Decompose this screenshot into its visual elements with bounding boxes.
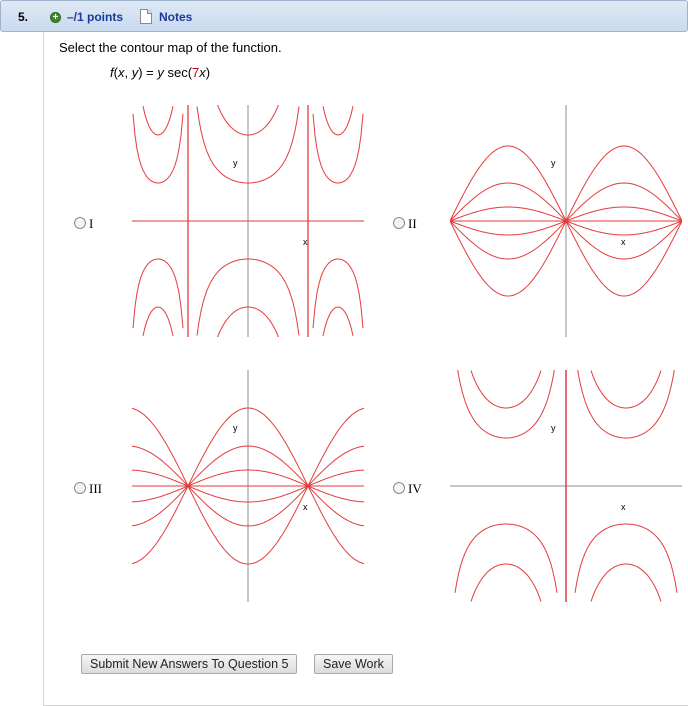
plus-icon[interactable]: + bbox=[50, 12, 61, 23]
contour-map-4: y x bbox=[450, 370, 682, 602]
contour-4-1-1 bbox=[577, 370, 675, 439]
func-close: ) bbox=[205, 65, 211, 80]
x-axis-label-2: x bbox=[621, 237, 626, 247]
radio-button-4[interactable] bbox=[393, 482, 405, 494]
x-axis-label-4: x bbox=[621, 502, 626, 512]
function-expression: f(x, y) = y sec(7x) bbox=[110, 65, 211, 80]
radio-button-2[interactable] bbox=[393, 217, 405, 229]
contour-4-3-0 bbox=[470, 563, 542, 602]
contour-4-0-1 bbox=[590, 370, 662, 409]
notes-link[interactable]: Notes bbox=[159, 10, 192, 24]
contour-4-1-0 bbox=[457, 370, 555, 439]
contour-1-0-0 bbox=[132, 113, 184, 184]
choice-1[interactable]: I bbox=[74, 216, 93, 232]
question-header: 5. + –/1 points Notes bbox=[0, 0, 688, 32]
radio-button-3[interactable] bbox=[74, 482, 86, 494]
contour-map-2: y x bbox=[450, 105, 682, 337]
contour-1-3-2 bbox=[322, 306, 354, 337]
choice-4[interactable]: IV bbox=[393, 481, 422, 497]
contour-map-3: y x bbox=[132, 370, 364, 602]
contour-1-2-2 bbox=[312, 258, 364, 329]
y-axis-label-4: y bbox=[551, 423, 556, 433]
y-axis-label-2: y bbox=[551, 158, 556, 168]
contours-2 bbox=[450, 105, 682, 337]
choice-label-1: I bbox=[89, 216, 94, 231]
choice-label-3: III bbox=[89, 481, 102, 496]
contour-1-2-0 bbox=[132, 258, 184, 329]
save-work-button[interactable]: Save Work bbox=[314, 654, 393, 674]
choice-2[interactable]: II bbox=[393, 216, 417, 232]
notes-icon[interactable] bbox=[140, 9, 152, 24]
contours-1 bbox=[132, 105, 364, 337]
contours-3 bbox=[132, 370, 364, 602]
func-sec: sec( bbox=[163, 65, 193, 80]
y-axis-label-1: y bbox=[233, 158, 238, 168]
func-x: x bbox=[117, 65, 125, 80]
contours-4 bbox=[450, 370, 682, 602]
contour-1-0-2 bbox=[312, 113, 364, 184]
x-axis-label-3: x bbox=[303, 502, 308, 512]
x-axis-label-1: x bbox=[303, 237, 308, 247]
contour-1-1-2 bbox=[322, 105, 354, 136]
question-number: 5. bbox=[18, 10, 29, 24]
submit-button[interactable]: Submit New Answers To Question 5 bbox=[81, 654, 298, 674]
func-y: y bbox=[131, 65, 139, 80]
choice-label-4: IV bbox=[408, 481, 422, 496]
question-prompt: Select the contour map of the function. bbox=[59, 40, 282, 55]
contour-map-1: y x bbox=[132, 105, 364, 337]
choice-label-2: II bbox=[408, 216, 417, 231]
points-link[interactable]: –/1 points bbox=[67, 10, 123, 24]
contour-4-2-1 bbox=[574, 523, 678, 593]
contour-4-3-1 bbox=[590, 563, 662, 602]
contour-4-0-0 bbox=[470, 370, 542, 409]
radio-button-1[interactable] bbox=[74, 217, 86, 229]
contour-1-1-0 bbox=[142, 105, 174, 136]
contour-4-2-0 bbox=[454, 523, 558, 593]
choice-3[interactable]: III bbox=[74, 481, 102, 497]
contour-1-3-0 bbox=[142, 306, 174, 337]
func-f: f bbox=[110, 65, 114, 80]
y-axis-label-3: y bbox=[233, 423, 238, 433]
